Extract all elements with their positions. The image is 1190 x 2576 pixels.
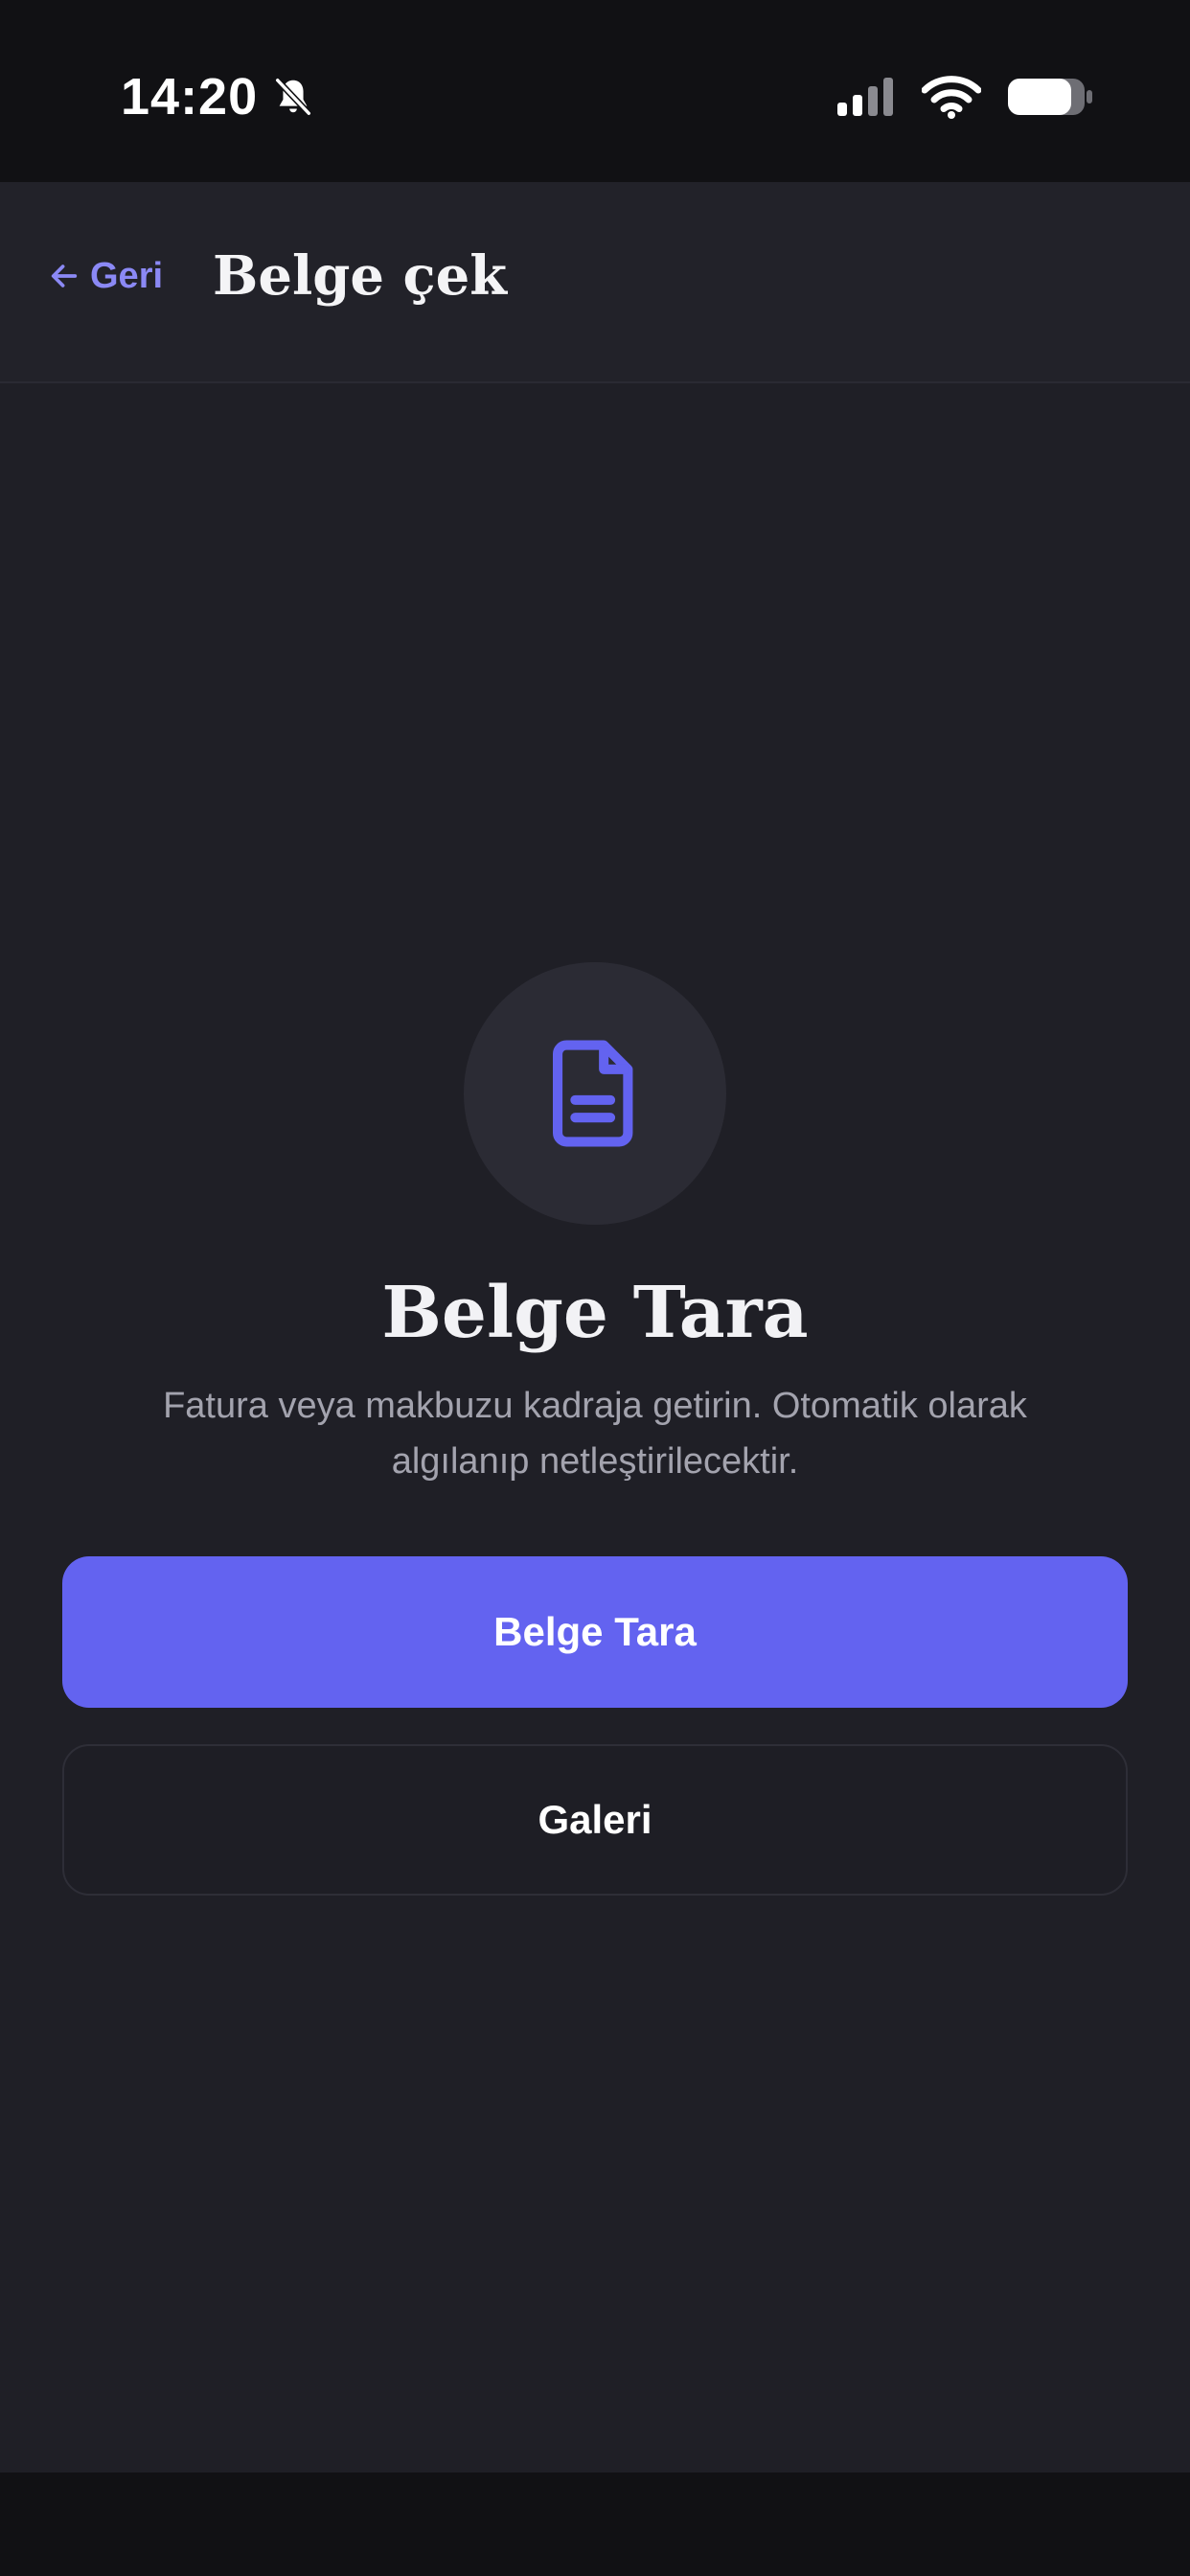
page-title: Belge çek: [213, 244, 508, 308]
back-label: Geri: [90, 255, 164, 296]
main-content: Belge Tara Fatura veya makbuzu kadraja g…: [0, 383, 1190, 2472]
scan-description: Fatura veya makbuzu kadraja getirin. Oto…: [163, 1386, 1027, 1482]
status-bar: 14:20: [0, 0, 1190, 182]
back-button[interactable]: Geri: [48, 245, 163, 307]
scan-heading: Belge Tara: [381, 1272, 809, 1354]
app-header: Geri Belge çek: [0, 182, 1190, 383]
bottom-bar: [0, 2472, 1190, 2576]
document-icon-container: [464, 962, 726, 1225]
status-indicators: [835, 71, 1094, 123]
battery-icon: [1008, 79, 1092, 115]
status-time: 14:20: [121, 68, 259, 126]
arrow-left-icon: [51, 264, 78, 288]
gallery-button[interactable]: Galeri: [62, 1744, 1128, 1896]
bell-slash-icon: [274, 77, 312, 117]
status-time-group: 14:20: [121, 63, 315, 130]
cellular-signal-icon: [837, 78, 893, 116]
scan-document-button[interactable]: Belge Tara: [62, 1556, 1128, 1708]
wifi-icon: [922, 76, 981, 119]
document-icon: [553, 1040, 633, 1147]
